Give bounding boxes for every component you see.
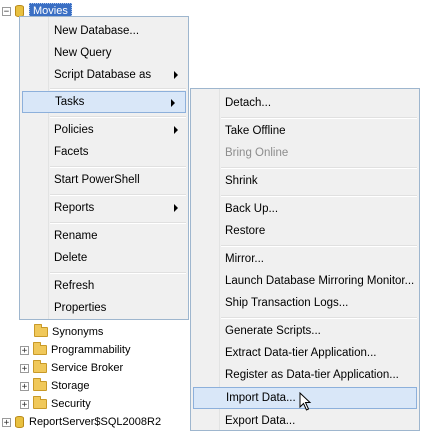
menu-separator [50, 194, 186, 196]
menu-item-extract-data-tier[interactable]: Extract Data-tier Application... [191, 342, 419, 364]
menu-item-policies[interactable]: Policies [20, 119, 188, 141]
menu-item-new-query[interactable]: New Query [20, 42, 188, 64]
expand-icon[interactable]: + [20, 363, 29, 373]
menu-separator [50, 222, 186, 224]
menu-item-ship-transaction-logs[interactable]: Ship Transaction Logs... [191, 292, 419, 314]
menu-separator [50, 166, 186, 168]
expand-icon[interactable]: + [2, 417, 11, 427]
menu-item-script-database-as[interactable]: Script Database as [20, 64, 188, 86]
submenu-arrow-icon [174, 126, 178, 134]
submenu-arrow-icon [174, 204, 178, 212]
tree-node-service-broker[interactable]: + Service Broker [20, 359, 123, 377]
tree-node-synonyms[interactable]: Synonyms [34, 323, 103, 341]
menu-item-take-offline[interactable]: Take Offline [191, 120, 419, 142]
menu-separator [221, 245, 417, 247]
tasks-submenu: Detach... Take Offline Bring Online Shri… [190, 88, 420, 431]
folder-icon [33, 360, 47, 373]
menu-item-mirror[interactable]: Mirror... [191, 248, 419, 270]
menu-separator [50, 116, 186, 118]
submenu-arrow-icon [174, 71, 178, 79]
tree-node-storage[interactable]: + Storage [20, 377, 90, 395]
menu-separator [221, 167, 417, 169]
tree-node-label[interactable]: Service Broker [51, 362, 123, 374]
menu-item-tasks[interactable]: Tasks [22, 91, 186, 113]
expand-icon[interactable]: + [20, 399, 29, 409]
tree-node-programmability[interactable]: + Programmability [20, 341, 130, 359]
folder-icon [33, 378, 47, 391]
menu-item-properties[interactable]: Properties [20, 297, 188, 319]
tree-node-security[interactable]: + Security [20, 395, 91, 413]
menu-item-delete[interactable]: Delete [20, 247, 188, 269]
expand-icon[interactable]: + [20, 345, 29, 355]
menu-item-register-data-tier[interactable]: Register as Data-tier Application... [191, 364, 419, 386]
folder-icon [34, 324, 48, 337]
menu-item-facets[interactable]: Facets [20, 141, 188, 163]
menu-item-rename[interactable]: Rename [20, 225, 188, 247]
tree-node-reportserver[interactable]: + ReportServer$SQL2008R2 [2, 413, 161, 431]
menu-item-new-database[interactable]: New Database... [20, 20, 188, 42]
context-menu: New Database... New Query Script Databas… [19, 16, 189, 320]
menu-item-export-data[interactable]: Export Data... [191, 410, 419, 432]
menu-item-generate-scripts[interactable]: Generate Scripts... [191, 320, 419, 342]
folder-icon [33, 342, 47, 355]
menu-separator [50, 272, 186, 274]
expand-icon[interactable]: + [20, 381, 29, 391]
menu-item-restore[interactable]: Restore [191, 220, 419, 242]
menu-item-reports[interactable]: Reports [20, 197, 188, 219]
tree-node-label[interactable]: Security [51, 398, 91, 410]
tree-node-label[interactable]: Programmability [51, 344, 130, 356]
menu-separator [50, 88, 186, 90]
tree-node-label[interactable]: Storage [51, 380, 90, 392]
menu-item-refresh[interactable]: Refresh [20, 275, 188, 297]
menu-separator [221, 317, 417, 319]
menu-separator [221, 117, 417, 119]
tree-node-label[interactable]: Synonyms [52, 326, 103, 338]
menu-separator [221, 195, 417, 197]
menu-item-bring-online: Bring Online [225, 147, 289, 159]
folder-icon [33, 396, 47, 409]
submenu-arrow-icon [171, 99, 175, 107]
menu-item-launch-mirroring-monitor[interactable]: Launch Database Mirroring Monitor... [191, 270, 419, 292]
mouse-cursor-icon [299, 392, 312, 411]
menu-item-detach[interactable]: Detach... [191, 92, 419, 114]
menu-item-shrink[interactable]: Shrink [191, 170, 419, 192]
tree-node-label[interactable]: ReportServer$SQL2008R2 [29, 416, 161, 428]
server-icon [15, 416, 24, 428]
collapse-icon[interactable]: − [2, 6, 11, 16]
menu-item-back-up[interactable]: Back Up... [191, 198, 419, 220]
menu-item-start-powershell[interactable]: Start PowerShell [20, 169, 188, 191]
